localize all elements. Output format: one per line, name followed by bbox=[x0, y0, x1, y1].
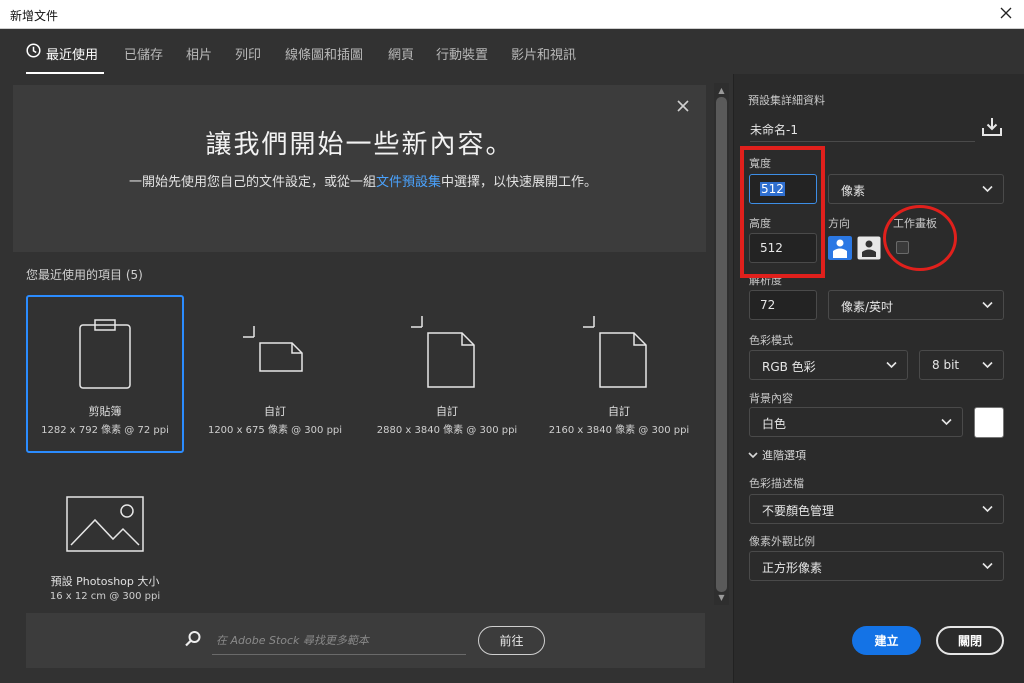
save-preset-icon[interactable] bbox=[981, 116, 1003, 138]
window-title: 新增文件 bbox=[10, 9, 59, 23]
document-name-field[interactable]: 未命名-1 bbox=[750, 112, 975, 142]
tab-film-video[interactable]: 影片和視訊 bbox=[511, 44, 576, 63]
close-banner-icon[interactable] bbox=[676, 99, 690, 113]
landscape-orientation-icon[interactable] bbox=[857, 236, 881, 260]
chevron-down-icon bbox=[982, 505, 993, 513]
tab-photo[interactable]: 相片 bbox=[186, 44, 212, 63]
color-mode-select[interactable]: RGB 色彩 bbox=[749, 350, 908, 380]
annotation-highlight-circle bbox=[883, 205, 957, 271]
item-name: 自訂 bbox=[264, 405, 286, 418]
tab-web[interactable]: 網頁 bbox=[388, 44, 414, 63]
welcome-description: 一開始先使用您自己的文件設定，或從一組文件預設集中選擇，以快速展開工作。 bbox=[128, 175, 598, 190]
item-name: 剪貼簿 bbox=[88, 405, 122, 418]
scroll-thumb[interactable] bbox=[716, 97, 727, 592]
bit-depth-select[interactable]: 8 bit bbox=[919, 350, 1004, 380]
welcome-banner: 讓我們開始一些新內容。 一開始先使用您自己的文件設定，或從一組文件預設集中選擇，… bbox=[13, 85, 706, 252]
close-icon[interactable] bbox=[994, 3, 1018, 25]
recent-item-custom-2[interactable]: 自訂 2880 x 3840 像素 @ 300 ppi bbox=[368, 295, 526, 453]
color-mode-label: 色彩模式 bbox=[749, 334, 793, 347]
color-profile-label: 色彩描述檔 bbox=[749, 477, 804, 490]
search-icon bbox=[185, 631, 201, 647]
image-icon bbox=[66, 496, 144, 552]
item-name: 自訂 bbox=[608, 405, 630, 418]
scroll-down-icon[interactable]: ▼ bbox=[716, 593, 727, 603]
orientation-label: 方向 bbox=[828, 217, 850, 230]
item-size: 1200 x 675 像素 @ 300 ppi bbox=[207, 425, 343, 436]
chevron-down-icon bbox=[886, 361, 897, 369]
scroll-up-icon[interactable]: ▲ bbox=[716, 86, 727, 96]
stock-search-input[interactable] bbox=[212, 627, 466, 655]
chevron-down-icon bbox=[982, 562, 993, 570]
create-button[interactable]: 建立 bbox=[852, 626, 921, 655]
welcome-heading: 讓我們開始一些新內容。 bbox=[205, 130, 514, 160]
tab-print[interactable]: 列印 bbox=[235, 44, 261, 63]
recent-item-custom-3[interactable]: 自訂 2160 x 3840 像素 @ 300 ppi bbox=[540, 295, 698, 453]
item-name: 自訂 bbox=[436, 405, 458, 418]
portrait-document-icon bbox=[411, 316, 475, 388]
tab-mobile[interactable]: 行動裝置 bbox=[436, 44, 488, 63]
annotation-highlight-box bbox=[740, 146, 825, 278]
tab-art-illustration[interactable]: 線條圖和插圖 bbox=[285, 44, 363, 63]
resolution-field[interactable]: 72 bbox=[749, 290, 817, 320]
tab-recent[interactable]: 最近使用 bbox=[46, 44, 98, 63]
go-button[interactable]: 前往 bbox=[478, 626, 545, 655]
item-size: 1282 x 792 像素 @ 72 ppi bbox=[41, 425, 169, 436]
recent-item-default-size[interactable]: 預設 Photoshop 大小 16 x 12 cm @ 300 ppi bbox=[26, 475, 184, 633]
recent-item-custom-1[interactable]: 自訂 1200 x 675 像素 @ 300 ppi bbox=[196, 295, 354, 453]
portrait-orientation-icon[interactable] bbox=[828, 236, 852, 260]
advanced-options-toggle[interactable]: 進階選項 bbox=[748, 447, 806, 463]
background-select[interactable]: 白色 bbox=[749, 407, 963, 437]
resolution-unit-select[interactable]: 像素/英吋 bbox=[828, 290, 1004, 320]
preset-details-title: 預設集詳細資料 bbox=[748, 94, 825, 107]
background-color-swatch[interactable] bbox=[974, 407, 1004, 438]
item-size: 16 x 12 cm @ 300 ppi bbox=[49, 591, 161, 602]
item-size: 2160 x 3840 像素 @ 300 ppi bbox=[548, 425, 690, 436]
item-name: 預設 Photoshop 大小 bbox=[50, 575, 160, 588]
recent-items-title: 您最近使用的項目 (5) bbox=[26, 268, 143, 282]
recent-item-clipboard[interactable]: 剪貼簿 1282 x 792 像素 @ 72 ppi bbox=[26, 295, 184, 453]
background-label: 背景內容 bbox=[749, 392, 793, 405]
portrait-document-icon bbox=[583, 316, 647, 388]
landscape-document-icon bbox=[243, 326, 303, 372]
title-bar: 新增文件 bbox=[0, 0, 1024, 29]
tab-bar: 最近使用 已儲存 相片 列印 線條圖和插圖 網頁 行動裝置 影片和視訊 bbox=[0, 29, 1024, 74]
color-profile-select[interactable]: 不要顏色管理 bbox=[749, 494, 1004, 524]
chevron-down-icon bbox=[982, 185, 993, 193]
clock-icon bbox=[26, 43, 41, 58]
chevron-down-icon bbox=[982, 361, 993, 369]
item-size: 2880 x 3840 像素 @ 300 ppi bbox=[376, 425, 518, 436]
close-button[interactable]: 關閉 bbox=[936, 626, 1004, 655]
chevron-down-icon bbox=[982, 301, 993, 309]
pixel-aspect-label: 像素外觀比例 bbox=[749, 535, 815, 548]
tab-saved[interactable]: 已儲存 bbox=[124, 44, 163, 63]
unit-select[interactable]: 像素 bbox=[828, 174, 1004, 204]
chevron-down-icon bbox=[941, 418, 952, 426]
chevron-down-icon bbox=[748, 452, 758, 459]
presets-link[interactable]: 文件預設集 bbox=[376, 175, 441, 190]
clipboard-icon bbox=[79, 319, 131, 389]
pixel-aspect-select[interactable]: 正方形像素 bbox=[749, 551, 1004, 581]
